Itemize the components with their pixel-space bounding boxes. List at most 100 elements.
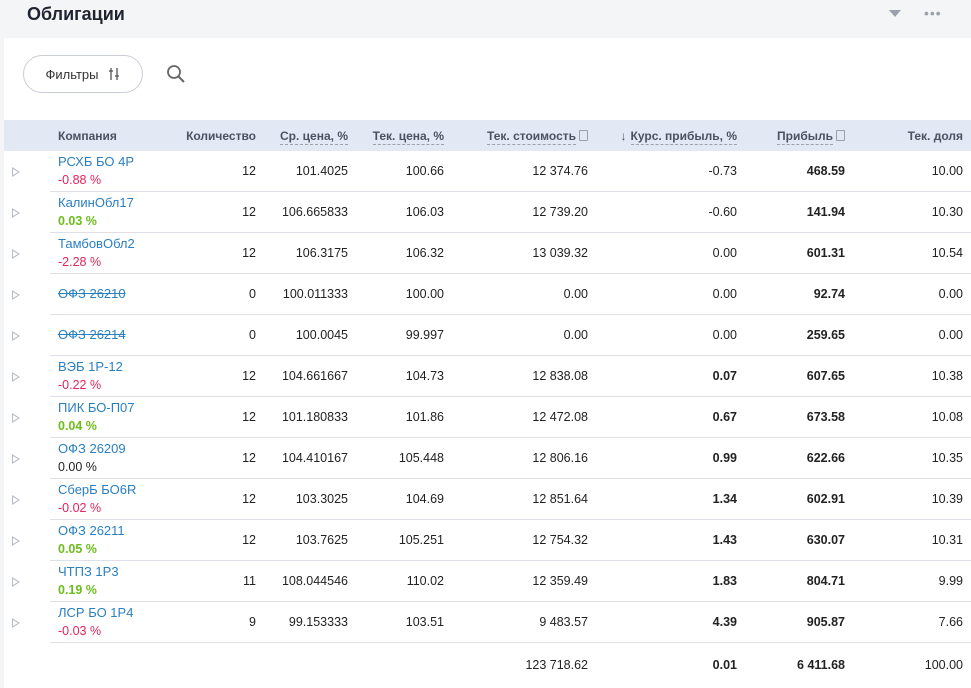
cur-value-cell: 12 754.32 <box>452 519 596 561</box>
total-profit: 6 411.68 <box>797 658 845 672</box>
expand-cell[interactable] <box>4 233 50 274</box>
profit-cell: 804.71 <box>745 560 853 602</box>
caret-down-icon[interactable] <box>889 10 901 17</box>
triangle-right-icon[interactable] <box>12 331 20 341</box>
company-change: -0.03 % <box>58 624 102 638</box>
company-link[interactable]: СберБ БО6R <box>58 481 156 499</box>
table-row[interactable]: ОФЗ 26211 0.05 % 12 103.7625 105.251 12 754.3… <box>4 519 971 561</box>
fx-profit-cell: -0.60 <box>596 191 745 233</box>
company-link[interactable]: ЧТПЗ 1Р3 <box>58 563 156 581</box>
quantity-cell: 12 <box>164 355 264 397</box>
avg-price-cell: 104.410167 <box>264 437 356 479</box>
column-header-company[interactable]: Компания <box>50 120 164 151</box>
triangle-right-icon[interactable] <box>12 454 20 464</box>
expand-cell[interactable] <box>4 397 50 438</box>
table-row[interactable]: ОФЗ 26210 0 100.011333 100.00 0.00 0.00 92.74 0… <box>4 273 971 315</box>
totals-row: 123 718.62 0.01 6 411.68 100.00 <box>4 643 971 688</box>
company-cell: ЧТПЗ 1Р3 0.19 % <box>50 560 164 602</box>
cur-value-cell: 9 483.57 <box>452 601 596 643</box>
triangle-right-icon[interactable] <box>12 413 20 423</box>
company-link[interactable]: КалинОбл17 <box>58 194 156 212</box>
expand-cell[interactable] <box>4 561 50 602</box>
table-row[interactable]: РСХБ БО 4Р -0.88 % 12 101.4025 100.66 12 374.… <box>4 151 971 192</box>
column-header-cur-price[interactable]: Тек. цена, % <box>356 120 452 151</box>
company-link[interactable]: ТамбовОбл2 <box>58 235 156 253</box>
triangle-right-icon[interactable] <box>12 577 20 587</box>
company-change: 0.03 % <box>58 214 97 228</box>
expand-cell[interactable] <box>4 479 50 520</box>
share-cell: 10.00 <box>853 151 971 192</box>
expand-cell[interactable] <box>4 356 50 397</box>
company-change: 0.00 % <box>58 460 97 474</box>
table-row[interactable]: ЛСР БО 1Р4 -0.03 % 9 99.153333 103.51 9 483.5… <box>4 601 971 643</box>
table-row[interactable]: ОФЗ 26209 0.00 % 12 104.410167 105.448 12 806… <box>4 437 971 479</box>
profit-cell: 601.31 <box>745 232 853 274</box>
cur-value-cell: 12 851.64 <box>452 478 596 520</box>
expand-cell[interactable] <box>4 520 50 561</box>
triangle-right-icon[interactable] <box>12 290 20 300</box>
info-icon <box>579 129 588 141</box>
table-row[interactable]: КалинОбл17 0.03 % 12 106.665833 106.03 12 739… <box>4 191 971 233</box>
company-cell: ОФЗ 26209 0.00 % <box>50 437 164 479</box>
column-header-fx-profit[interactable]: ↓ Курс. прибыль, % <box>596 120 745 151</box>
column-header-quantity[interactable]: Количество <box>164 120 264 151</box>
quantity-cell: 0 <box>164 314 264 356</box>
company-link[interactable]: РСХБ БО 4Р <box>58 153 156 171</box>
company-link[interactable]: ВЭБ 1Р-12 <box>58 358 156 376</box>
expand-cell[interactable] <box>4 315 50 356</box>
cur-value-cell: 0.00 <box>452 314 596 356</box>
column-header-profit[interactable]: Прибыль <box>745 120 853 151</box>
company-link[interactable]: ОФЗ 26214 <box>58 326 156 344</box>
filters-button[interactable]: Фильтры <box>23 55 143 93</box>
expand-cell[interactable] <box>4 602 50 643</box>
company-change: -2.28 % <box>58 255 102 269</box>
cur-price-cell: 104.73 <box>356 355 452 397</box>
cur-price-cell: 103.51 <box>356 601 452 643</box>
table-row[interactable]: ЧТПЗ 1Р3 0.19 % 11 108.044546 110.02 12 359.4… <box>4 560 971 602</box>
cur-value-cell: 12 472.08 <box>452 396 596 438</box>
company-link[interactable]: ОФЗ 26211 <box>58 522 156 540</box>
company-link[interactable]: ПИК БО-П07 <box>58 399 156 417</box>
table-row[interactable]: ВЭБ 1Р-12 -0.22 % 12 104.661667 104.73 12 838… <box>4 355 971 397</box>
triangle-right-icon[interactable] <box>12 249 20 259</box>
widget-header: Облигации ••• <box>0 0 971 38</box>
fx-profit-cell: -0.73 <box>596 151 745 192</box>
company-link[interactable]: ОФЗ 26209 <box>58 440 156 458</box>
cur-price-cell: 100.00 <box>356 273 452 315</box>
cur-price-cell: 105.448 <box>356 437 452 479</box>
sort-down-icon: ↓ <box>620 128 627 143</box>
avg-price-cell: 100.0045 <box>264 314 356 356</box>
table-row[interactable]: ОФЗ 26214 0 100.0045 99.997 0.00 0.00 259.65 0.… <box>4 314 971 356</box>
triangle-right-icon[interactable] <box>12 536 20 546</box>
triangle-right-icon[interactable] <box>12 618 20 628</box>
triangle-right-icon[interactable] <box>12 208 20 218</box>
table-row[interactable]: ПИК БО-П07 0.04 % 12 101.180833 101.86 12 472… <box>4 396 971 438</box>
triangle-right-icon[interactable] <box>12 372 20 382</box>
avg-price-cell: 100.011333 <box>264 273 356 315</box>
triangle-right-icon[interactable] <box>12 495 20 505</box>
expand-cell[interactable] <box>4 274 50 315</box>
more-dots-icon[interactable]: ••• <box>924 5 942 21</box>
table-row[interactable]: ТамбовОбл2 -2.28 % 12 106.3175 106.32 13 039.… <box>4 232 971 274</box>
profit-cell: 259.65 <box>745 314 853 356</box>
search-icon[interactable] <box>166 64 186 84</box>
share-cell: 10.54 <box>853 232 971 274</box>
table-row[interactable]: СберБ БО6R -0.02 % 12 103.3025 104.69 12 851.… <box>4 478 971 520</box>
total-share: 100.00 <box>924 658 963 672</box>
fx-profit-cell: 4.39 <box>596 601 745 643</box>
avg-price-cell: 108.044546 <box>264 560 356 602</box>
column-header-avg-price[interactable]: Ср. цена, % <box>264 120 356 151</box>
company-link[interactable]: ЛСР БО 1Р4 <box>58 604 156 622</box>
company-link[interactable]: ОФЗ 26210 <box>58 285 156 303</box>
fx-profit-cell: 0.67 <box>596 396 745 438</box>
quantity-cell: 12 <box>164 519 264 561</box>
quantity-cell: 11 <box>164 560 264 602</box>
expand-cell[interactable] <box>4 192 50 233</box>
column-header-cur-value[interactable]: Тек. стоимость <box>452 120 596 151</box>
triangle-right-icon[interactable] <box>12 167 20 177</box>
column-header-share[interactable]: Тек. доля <box>853 120 971 151</box>
share-cell: 0.00 <box>853 314 971 356</box>
expand-cell[interactable] <box>4 438 50 479</box>
avg-price-cell: 103.7625 <box>264 519 356 561</box>
expand-cell[interactable] <box>4 151 50 192</box>
